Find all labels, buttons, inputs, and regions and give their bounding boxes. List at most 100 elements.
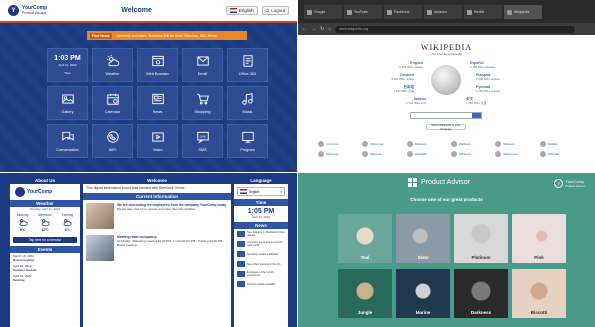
reload-icon[interactable]: ↻	[320, 26, 324, 32]
read-language-button[interactable]: Read Wikipedia in your language	[426, 123, 466, 131]
wiki-language-link[interactable]: Français 2 400 000+ articles	[476, 73, 500, 81]
product-card[interactable]: Biscotti	[512, 269, 566, 318]
info-image	[86, 234, 114, 261]
browser-tab[interactable]: Facebook	[384, 5, 422, 19]
product-card[interactable]: Slate	[396, 214, 450, 263]
tile-phone[interactable]: WiFi	[92, 124, 133, 158]
sister-project-link[interactable]: Wikiversity	[318, 151, 356, 157]
logout-button[interactable]: ⏻ Logout	[261, 6, 289, 15]
wiki-language-link[interactable]: 日本語 1 292 000+ 記事	[394, 85, 414, 93]
wiki-language-link[interactable]: Español 1 758 000+ artículos	[470, 61, 495, 69]
info-item[interactable]: We are welcoming the employees from the …	[83, 200, 231, 232]
browser-tab[interactable]: Reddit	[464, 5, 502, 19]
about-logo: YourComp	[10, 184, 80, 200]
browser-tab[interactable]: Wikipedia	[504, 5, 542, 19]
tile-program[interactable]: Program	[227, 124, 268, 158]
tile-gallery[interactable]: Gallery	[47, 86, 88, 120]
forecast-button[interactable]: Tap here for a forecast	[13, 237, 77, 243]
sister-project-link[interactable]: Meta-Wiki	[539, 151, 578, 157]
office-icon	[241, 54, 255, 69]
event-item[interactable]: March 18, 2022 Board meeting	[10, 253, 80, 263]
event-item[interactable]: April 04, 2022 Summer festival	[10, 263, 80, 273]
tile-time-date: April 11, 2022	[58, 63, 77, 67]
music-icon	[241, 92, 255, 107]
tile-sms[interactable]: SMS SMS	[182, 124, 223, 158]
tile-cart[interactable]: Shopping	[182, 86, 223, 120]
sister-project-link[interactable]: Wiktionary	[406, 141, 445, 147]
tile-label: Time	[64, 71, 71, 75]
project-label: MediaWiki	[414, 152, 427, 156]
tile-music[interactable]: Music	[227, 86, 268, 120]
news-title: Employee of the month announced	[247, 271, 274, 277]
news-item[interactable]: Company event announced for next month	[234, 239, 288, 249]
product-card[interactable]: Pink	[512, 214, 566, 263]
project-label: Wikiversity	[326, 152, 339, 156]
tile-time[interactable]: 1:03 PM April 11, 2022 Time	[47, 48, 88, 82]
sister-project-link[interactable]: Wikinews	[495, 141, 533, 147]
project-icon	[406, 151, 413, 157]
tile-office[interactable]: Office 365	[227, 48, 268, 82]
news-thumbnail	[237, 261, 245, 267]
sister-project-link[interactable]: Wikispecies	[495, 151, 533, 157]
sister-project-link[interactable]: Wikisource	[450, 151, 489, 157]
phone-icon	[106, 130, 120, 145]
news-item[interactable]: Employee of the month announced	[234, 269, 288, 279]
ticker-text: Currently Unlocked, Business Will Be Bac…	[116, 33, 217, 38]
wiki-language-link[interactable]: 中文 1 256 000+ 条目	[466, 97, 486, 105]
news-item[interactable]: Quarterly results published	[234, 249, 288, 259]
news-ticker[interactable]: Find News Currently Unlocked, Business W…	[87, 31, 247, 40]
news-item[interactable]: New features in SiteKiosk Online release	[234, 229, 288, 239]
info-portal-panel: About Us YourComp Weather Monday, April …	[0, 173, 297, 327]
search-icon[interactable]	[472, 113, 481, 118]
wiki-search-input[interactable]	[410, 112, 482, 119]
back-icon[interactable]: ←	[302, 26, 307, 32]
tile-calendar[interactable]: Calendar	[92, 86, 133, 120]
sister-project-link[interactable]: Wikibooks	[450, 141, 489, 147]
event-name: Board meeting	[13, 258, 35, 262]
wiki-globe-logo	[431, 65, 461, 95]
wiki-language-link[interactable]: Русский 1 756 000+ статей	[476, 85, 499, 93]
news-title: Product update available	[247, 282, 276, 286]
tile-browser[interactable]: Web Browser	[137, 48, 178, 82]
wiki-language-link[interactable]: Deutsch 2 667 000+ Artikel	[392, 73, 414, 81]
tile-chat[interactable]: Conversation	[47, 124, 88, 158]
info-item[interactable]: Meeting room occupancy 10:00 AM - Marketi…	[83, 232, 231, 264]
project-label: Wikinews	[503, 142, 515, 146]
home-icon[interactable]: ⌂	[328, 26, 331, 32]
event-item[interactable]: April 21, 2022 Seminar	[10, 273, 80, 283]
tile-weather[interactable]: Weather	[92, 48, 133, 82]
product-card[interactable]: Darkness	[454, 269, 508, 318]
period-temp: 5°C	[19, 228, 26, 232]
sister-project-link[interactable]: Wikivoyage	[362, 141, 400, 147]
info-text: Please take care of our guests and show …	[117, 206, 197, 211]
browser-tab[interactable]: Amazon	[424, 5, 462, 19]
browser-tab[interactable]: Google	[304, 5, 342, 19]
news-item[interactable]: Product update available	[234, 279, 288, 289]
news-title: Quarterly results published	[247, 252, 278, 256]
welcome-header: Welcome	[83, 177, 231, 184]
url-input[interactable]: www.wikipedia.org	[335, 25, 575, 33]
wiki-language-link[interactable]: English 6 383 000+ articles	[399, 61, 423, 69]
project-icon	[539, 141, 546, 147]
language-dropdown[interactable]: English ▾	[237, 187, 285, 196]
product-card[interactable]: Jungle	[338, 269, 392, 318]
tile-video[interactable]: Video	[137, 124, 178, 158]
product-advisor-panel: Product Advisor Y YourComp Product Adviso…	[298, 173, 595, 327]
tile-news[interactable]: News	[137, 86, 178, 120]
product-card[interactable]: Teal	[338, 214, 392, 263]
project-label: Commons	[326, 142, 338, 146]
browser-tab[interactable]: YouTube	[344, 5, 382, 19]
wiki-language-link[interactable]: Italiano 1 742 000+ voci	[406, 97, 426, 105]
product-card[interactable]: Marine	[396, 269, 450, 318]
project-label: Wikidata	[547, 142, 558, 146]
language-select[interactable]: English	[225, 6, 258, 15]
project-icon	[362, 141, 369, 147]
product-card[interactable]: Platinum	[454, 214, 508, 263]
sister-project-link[interactable]: MediaWiki	[406, 151, 445, 157]
forward-icon[interactable]: →	[311, 26, 316, 32]
sister-project-link[interactable]: Wikiquote	[362, 151, 400, 157]
news-item[interactable]: New office opening in the city	[234, 259, 288, 269]
sister-project-link[interactable]: Wikidata	[539, 141, 578, 147]
sister-project-link[interactable]: Commons	[318, 141, 356, 147]
tile-email[interactable]: Email	[182, 48, 223, 82]
